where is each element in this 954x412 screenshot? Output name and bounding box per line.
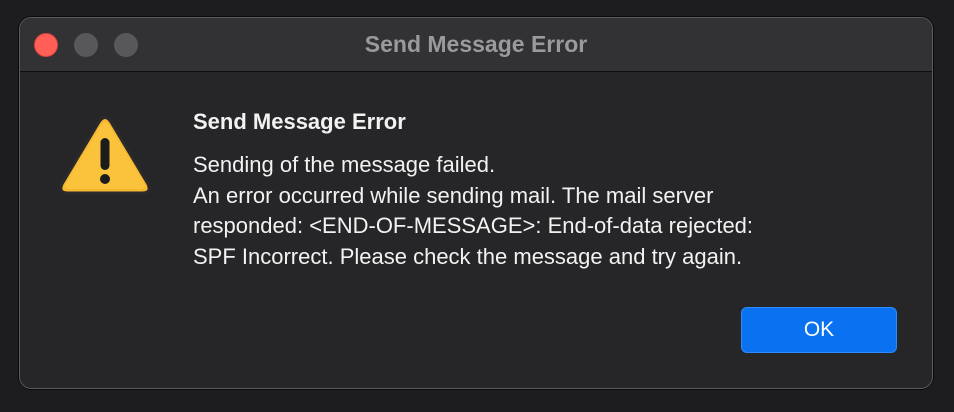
ok-button[interactable]: OK [741, 307, 897, 353]
error-dialog-window: Send Message Error Send Message Error Se… [19, 17, 933, 389]
dialog-heading: Send Message Error [193, 109, 406, 134]
warning-triangle-icon [59, 116, 151, 195]
error-message-line: An error occurred while sending mail. Th… [193, 182, 714, 208]
dialog-content: Send Message Error Sending of the messag… [20, 72, 932, 388]
error-message: Sending of the message failed. An error … [193, 150, 913, 272]
window-title: Send Message Error [364, 31, 588, 57]
title-bar[interactable]: Send Message Error [20, 18, 932, 72]
error-message-line: Sending of the message failed. [193, 152, 496, 177]
error-message-line: responded: <END-OF-MESSAGE>: End-of-data… [193, 213, 754, 238]
error-message-line: SPF Incorrect. Please check the message … [193, 243, 743, 269]
